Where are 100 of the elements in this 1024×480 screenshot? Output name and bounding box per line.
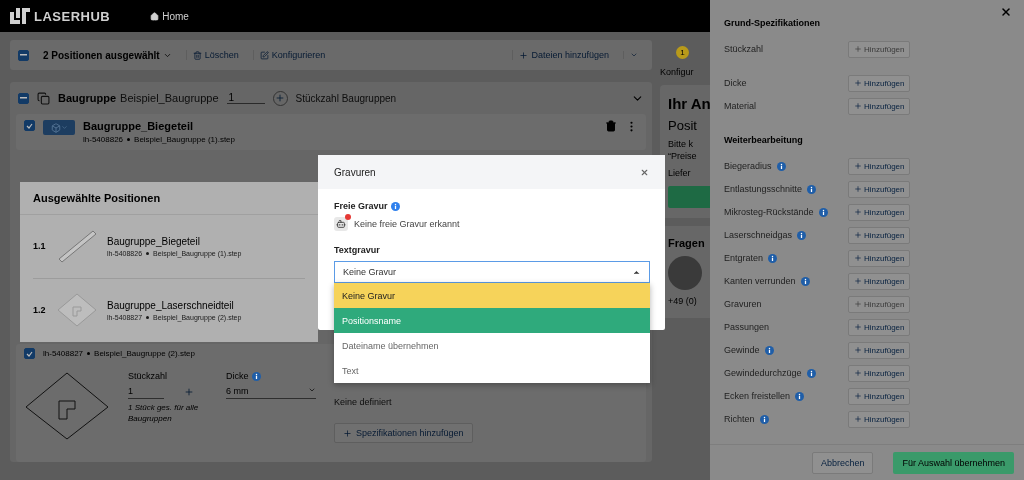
dropdown-option[interactable]: Text [334,358,650,383]
position-name: Baugruppe_Laserschneidteil [107,299,235,311]
section-title: Weiterbearbeitung [724,135,804,145]
bar-drawing [57,229,97,264]
dropdown-option[interactable]: Positionsname [334,308,650,333]
plus-icon [854,277,862,285]
spec-label: Laserschneidgas [724,230,793,240]
spec-label: Passungen [724,322,770,332]
add-button[interactable]: Hinzufügen [848,180,911,198]
file-name: Beispiel_Baugruppe (2).step [94,349,195,358]
status-text: Keine freie Gravur erkannt [354,219,460,229]
add-button[interactable]: Hinzufügen [848,97,911,115]
info-icon [807,184,817,194]
dropdown-option[interactable]: Keine Gravur [334,283,650,308]
add-button[interactable]: Hinzufügen [848,387,911,405]
add-button[interactable]: Hinzufügen [848,249,911,267]
add-button[interactable]: Hinzufügen [848,410,911,428]
pen-icon [259,50,269,60]
part-name: Baugruppe_Biegeteil [83,120,195,132]
info-icon [795,391,805,401]
minus-icon [20,97,27,99]
add-button[interactable]: Hinzufügen [848,272,911,290]
bullet-icon [146,315,150,319]
checkbox[interactable] [24,120,35,131]
minus-icon [20,54,27,56]
plus-icon [854,231,862,239]
plus-icon [854,392,862,400]
position-index: 1.2 [33,305,47,316]
logo-text: LASERHUB [34,8,111,24]
spec-label: Entgraten [724,253,764,263]
configure-button[interactable]: Konfigurieren [252,50,332,60]
logo-icon [10,8,30,24]
position-index: 1.1 [33,241,47,252]
plus-icon[interactable] [184,386,194,397]
spec-label: Dicke [724,78,747,88]
free-engraving-label: Freie Gravur [334,201,388,211]
caret-icon [60,124,68,131]
add-button[interactable]: Hinzufügen [848,157,911,175]
part-id: lh-5408827 [43,349,84,358]
spec-label: Stückzahl [724,44,764,54]
plus-icon [854,254,862,262]
check-icon [26,350,33,357]
position-title: Posit [668,118,698,133]
checkbox[interactable] [18,92,29,104]
spec-label: Mikrosteg-Rückstände [724,207,814,217]
add-button[interactable]: Hinzufügen [848,364,911,382]
thickness-label: Dicke [226,371,249,381]
text-engraving-label: Textgravur [334,245,381,255]
quantity-field[interactable]: 1 [128,384,164,399]
delete-button[interactable]: Löschen [185,50,245,60]
checkbox[interactable] [18,49,29,61]
plus-icon [854,208,862,216]
selection-dropdown[interactable]: 2 Positionen ausgewählt [37,49,178,61]
add-button[interactable]: Hinzufügen [848,226,911,244]
spec-label: Gewindedurchzüge [724,368,802,378]
apply-button[interactable]: Für Auswahl übernehmen [893,451,1014,474]
add-files-button[interactable]: Dateien hinzufügen [512,50,615,60]
caret-icon [308,386,316,394]
info-icon [390,201,400,211]
copy-icon [37,91,50,105]
engraving-select[interactable]: Keine Gravur [334,261,650,283]
bullet-icon [87,352,91,355]
trash-icon [192,50,202,60]
quantity-note: 1 Stück ges. für alle Baugruppen [128,402,200,425]
add-button[interactable]: Hinzufügen [848,341,911,359]
spec-label: Gewinde [724,345,760,355]
info-icon [797,230,807,240]
bullet-icon [146,251,150,255]
cancel-button[interactable]: Abbrechen [811,451,874,474]
summary-title: Ihr An [668,95,710,112]
step-label: Konfigur [660,67,695,77]
check-icon [26,122,33,129]
add-specs-button[interactable]: Spezifikationen hinzufügen [334,423,473,443]
plus-icon [854,162,862,170]
dropdown-option[interactable]: Dateiname übernehmen [334,333,650,358]
plus-icon [854,369,862,377]
close-icon[interactable] [1000,6,1012,18]
spec-label: Ecken freistellen [724,391,791,401]
plus-icon [854,185,862,193]
info-icon [768,253,778,263]
info-icon [759,414,769,424]
thickness-select[interactable]: 6 mm [226,384,316,399]
add-button[interactable]: Hinzufügen [848,74,911,92]
quantity-field[interactable]: 1 [226,92,265,104]
add-button[interactable]: Hinzufügen [848,203,911,221]
add-button[interactable]: Hinzufügen [848,318,911,336]
phone-text: +49 (0) [668,296,698,309]
group-label: Baugruppe [58,92,117,104]
home-link[interactable]: Home [150,10,189,22]
info-icon [251,371,261,381]
plus-icon [854,415,862,423]
spec-label: Material [724,101,756,111]
close-icon[interactable] [640,167,649,177]
note-text: Bitte k “Preise [668,139,698,163]
plus-icon [519,50,529,60]
questions-title: Fragen [668,236,706,251]
info-icon [818,207,828,217]
section-title: Grund-Spezifikationen [724,18,821,28]
plus-icon [854,323,862,331]
checkbox[interactable] [24,348,35,359]
